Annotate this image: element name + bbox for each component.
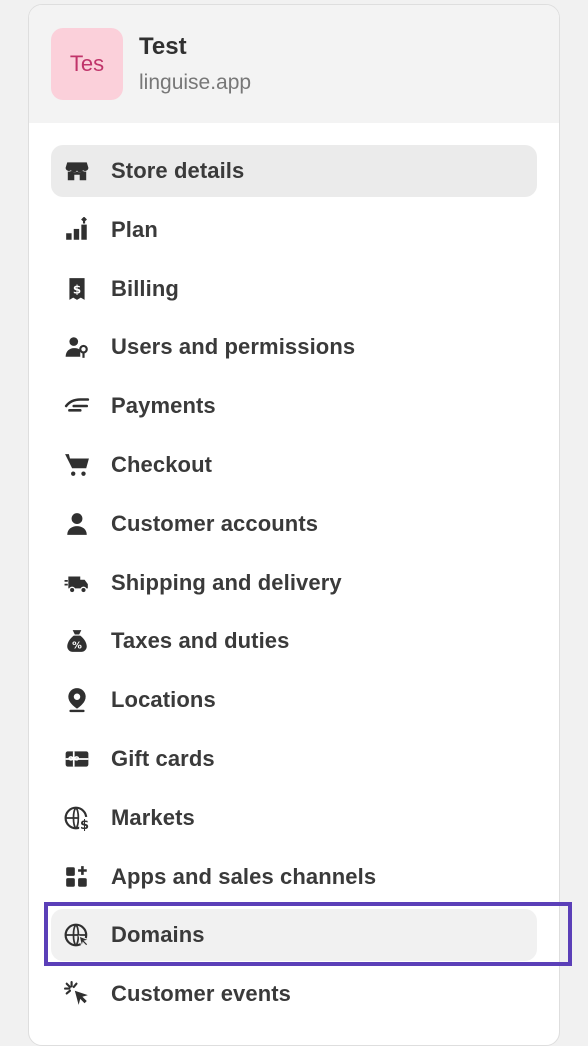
menu-item-locations[interactable]: Locations [51,674,537,726]
menu-item-domains[interactable]: Domains [51,909,537,962]
menu-item-label: Payments [111,393,216,419]
menu-item-label: Users and permissions [111,334,356,360]
store-icon [63,157,91,185]
menu-item-payments[interactable]: Payments [51,380,537,432]
globe-cursor-icon [63,921,91,949]
menu-item-label: Locations [111,687,216,713]
menu-item-plan[interactable]: Plan [51,204,537,256]
cursor-click-icon [63,980,91,1008]
menu-item-label: Markets [111,804,195,830]
menu-item-customer-events[interactable]: Customer events [51,968,537,1020]
plan-icon [63,216,91,244]
truck-icon [63,569,91,597]
billing-icon: $ [63,275,91,303]
menu-item-label: Plan [111,216,158,242]
menu-item-customer-accounts[interactable]: Customer accounts [51,498,537,550]
menu-item-label: Gift cards [111,745,215,771]
menu-item-checkout[interactable]: Checkout [51,439,537,491]
person-icon [63,510,91,538]
menu-item-billing[interactable]: $ Billing [51,263,537,315]
menu-item-label: Customer accounts [111,510,319,536]
menu-item-label: Apps and sales channels [111,863,377,889]
menu-item-label: Store details [111,158,245,183]
payments-icon [63,392,91,420]
menu-item-users-permissions[interactable]: Users and permissions [51,321,537,373]
menu-item-label: Checkout [111,451,213,477]
menu-item-gift-cards[interactable]: Gift cards [51,733,537,785]
menu-item-taxes-duties[interactable]: % Taxes and duties [51,615,537,667]
menu-item-label: Billing [111,275,179,301]
cart-icon [63,451,91,479]
store-domain: linguise.app [139,71,252,94]
store-avatar: Tes [51,28,123,100]
tax-bag-icon: % [63,627,91,655]
svg-text:$: $ [80,818,89,831]
settings-menu: Store details Plan $ Billing Users and p… [29,123,559,1020]
store-avatar-text: Tes [69,51,105,76]
menu-item-markets[interactable]: $ Markets [51,792,537,844]
store-header[interactable]: Tes Test linguise.app [29,5,559,123]
menu-item-label: Customer events [111,981,292,1007]
apps-icon [63,863,91,891]
settings-sidebar: Tes Test linguise.app Store details Plan… [28,4,560,1046]
menu-item-label: Taxes and duties [111,628,290,654]
menu-item-store-details[interactable]: Store details [51,145,537,197]
svg-text:%: % [72,641,82,652]
menu-item-label: Shipping and delivery [111,569,342,595]
menu-item-apps-sales-channels[interactable]: Apps and sales channels [51,851,537,903]
svg-text:$: $ [73,282,81,296]
menu-item-label: Domains [111,922,205,948]
users-icon [63,333,91,361]
store-name: Test [139,33,187,60]
gift-card-icon [63,745,91,773]
menu-item-shipping-delivery[interactable]: Shipping and delivery [51,557,537,609]
location-pin-icon [63,686,91,714]
store-info: Test linguise.app [139,33,251,95]
globe-dollar-icon: $ [63,804,91,832]
